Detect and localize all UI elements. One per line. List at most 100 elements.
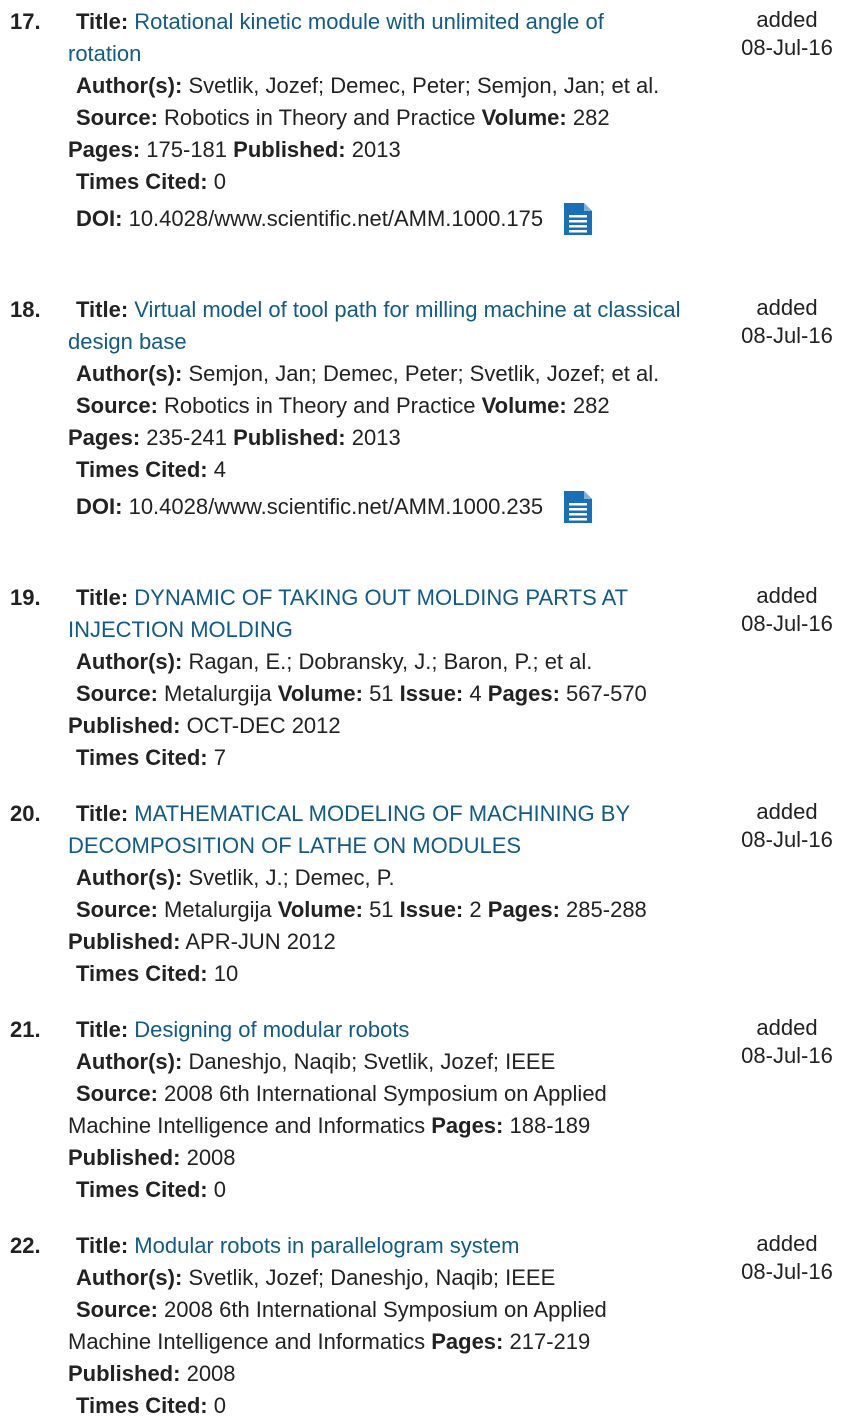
title-link[interactable]: Modular robots in parallelogram system (134, 1233, 519, 1258)
record-body: Title: DYNAMIC OF TAKING OUT MOLDING PAR… (68, 582, 682, 774)
authors-value: Daneshjo, Naqib; Svetlik, Jozef; IEEE (188, 1049, 556, 1074)
times-cited-label: Times Cited: (76, 961, 208, 986)
times-cited-value: 4 (213, 457, 226, 482)
added-label: added (756, 295, 818, 320)
times-cited-label: Times Cited: (76, 457, 208, 482)
source-label: Source: (76, 1297, 158, 1322)
pages-label: Pages: (431, 1113, 504, 1138)
doi-label: DOI: (76, 206, 123, 231)
times-cited-label: Times Cited: (76, 1393, 208, 1418)
doi-value: 10.4028/www.scientific.net/AMM.1000.175 (128, 206, 544, 231)
published-label: Published: (233, 425, 346, 450)
added-label: added (756, 583, 818, 608)
document-icon[interactable] (563, 490, 593, 524)
record-body: Title: Designing of modular robots Autho… (68, 1014, 682, 1206)
doi-value: 10.4028/www.scientific.net/AMM.1000.235 (128, 494, 544, 519)
published-label: Published: (68, 1361, 181, 1386)
added-date: added 08-Jul-16 (730, 582, 844, 638)
volume-label: Volume: (481, 105, 567, 130)
title-label: Title: (76, 585, 129, 610)
issue-value: 2 (469, 897, 482, 922)
source-label: Source: (76, 105, 158, 130)
volume-label: Volume: (277, 897, 363, 922)
title-label: Title: (76, 1233, 129, 1258)
record-body: Title: Modular robots in parallelogram s… (68, 1230, 682, 1422)
issue-value: 4 (469, 681, 482, 706)
title-link[interactable]: Virtual model of tool path for milling m… (68, 297, 680, 354)
record-body: Title: Virtual model of tool path for mi… (68, 294, 682, 524)
doi-label: DOI: (76, 494, 123, 519)
title-link[interactable]: Rotational kinetic module with unlimited… (68, 9, 604, 66)
authors-value: Svetlik, Jozef; Demec, Peter; Semjon, Ja… (188, 73, 660, 98)
pages-value: 188-189 (509, 1113, 591, 1138)
published-label: Published: (68, 1145, 181, 1170)
added-label: added (756, 799, 818, 824)
added-date: added 08-Jul-16 (730, 6, 844, 62)
pages-value: 567-570 (566, 681, 647, 706)
pages-label: Pages: (487, 681, 560, 706)
added-label: added (756, 1231, 818, 1256)
source-label: Source: (76, 393, 158, 418)
added-date: added 08-Jul-16 (730, 1014, 844, 1070)
added-label: added (756, 7, 818, 32)
title-label: Title: (76, 801, 129, 826)
pages-label: Pages: (487, 897, 560, 922)
title-label: Title: (76, 297, 129, 322)
title-link[interactable]: DYNAMIC OF TAKING OUT MOLDING PARTS AT I… (68, 585, 628, 642)
source-value: Robotics in Theory and Practice (164, 393, 476, 418)
pages-label: Pages: (68, 137, 141, 162)
published-label: Published: (68, 929, 181, 954)
volume-value: 282 (572, 393, 610, 418)
volume-value: 51 (369, 897, 394, 922)
title-link[interactable]: MATHEMATICAL MODELING OF MACHINING BY DE… (68, 801, 630, 858)
volume-label: Volume: (277, 681, 363, 706)
added-date-value: 08-Jul-16 (741, 1043, 833, 1068)
title-label: Title: (76, 9, 129, 34)
times-cited-value: 10 (213, 961, 239, 986)
source-value: Robotics in Theory and Practice (164, 105, 476, 130)
source-value: Metalurgija (164, 897, 272, 922)
pages-value: 217-219 (509, 1329, 591, 1354)
source-value: Metalurgija (164, 681, 272, 706)
added-label: added (756, 1015, 818, 1040)
title-link[interactable]: Designing of modular robots (134, 1017, 409, 1042)
source-label: Source: (76, 1081, 158, 1106)
document-icon[interactable] (563, 202, 593, 236)
authors-value: Ragan, E.; Dobransky, J.; Baron, P.; et … (188, 649, 593, 674)
pages-value: 235-241 (146, 425, 228, 450)
added-date-value: 08-Jul-16 (741, 611, 833, 636)
added-date: added 08-Jul-16 (730, 294, 844, 350)
volume-value: 282 (572, 105, 610, 130)
volume-value: 51 (369, 681, 394, 706)
pages-value: 175-181 (146, 137, 228, 162)
pages-value: 285-288 (566, 897, 647, 922)
authors-label: Author(s): (76, 73, 183, 98)
record-body: Title: MATHEMATICAL MODELING OF MACHININ… (68, 798, 682, 990)
published-value: 2008 (186, 1361, 236, 1386)
authors-label: Author(s): (76, 1049, 183, 1074)
added-date-value: 08-Jul-16 (741, 35, 833, 60)
published-value: 2013 (351, 137, 401, 162)
published-label: Published: (233, 137, 346, 162)
title-label: Title: (76, 1017, 129, 1042)
issue-label: Issue: (399, 897, 464, 922)
record-number: 20. (10, 801, 41, 826)
pages-label: Pages: (68, 425, 141, 450)
added-date-value: 08-Jul-16 (741, 323, 833, 348)
authors-label: Author(s): (76, 649, 183, 674)
authors-label: Author(s): (76, 361, 183, 386)
times-cited-value: 0 (213, 1177, 226, 1202)
pages-label: Pages: (431, 1329, 504, 1354)
issue-label: Issue: (399, 681, 464, 706)
authors-label: Author(s): (76, 1265, 183, 1290)
published-value: APR-JUN 2012 (185, 929, 336, 954)
added-date-value: 08-Jul-16 (741, 1259, 833, 1284)
record-number: 21. (10, 1017, 41, 1042)
authors-label: Author(s): (76, 865, 183, 890)
times-cited-value: 7 (213, 745, 226, 770)
times-cited-label: Times Cited: (76, 169, 208, 194)
source-label: Source: (76, 897, 158, 922)
published-value: 2008 (186, 1145, 236, 1170)
authors-value: Svetlik, Jozef; Daneshjo, Naqib; IEEE (188, 1265, 556, 1290)
source-label: Source: (76, 681, 158, 706)
